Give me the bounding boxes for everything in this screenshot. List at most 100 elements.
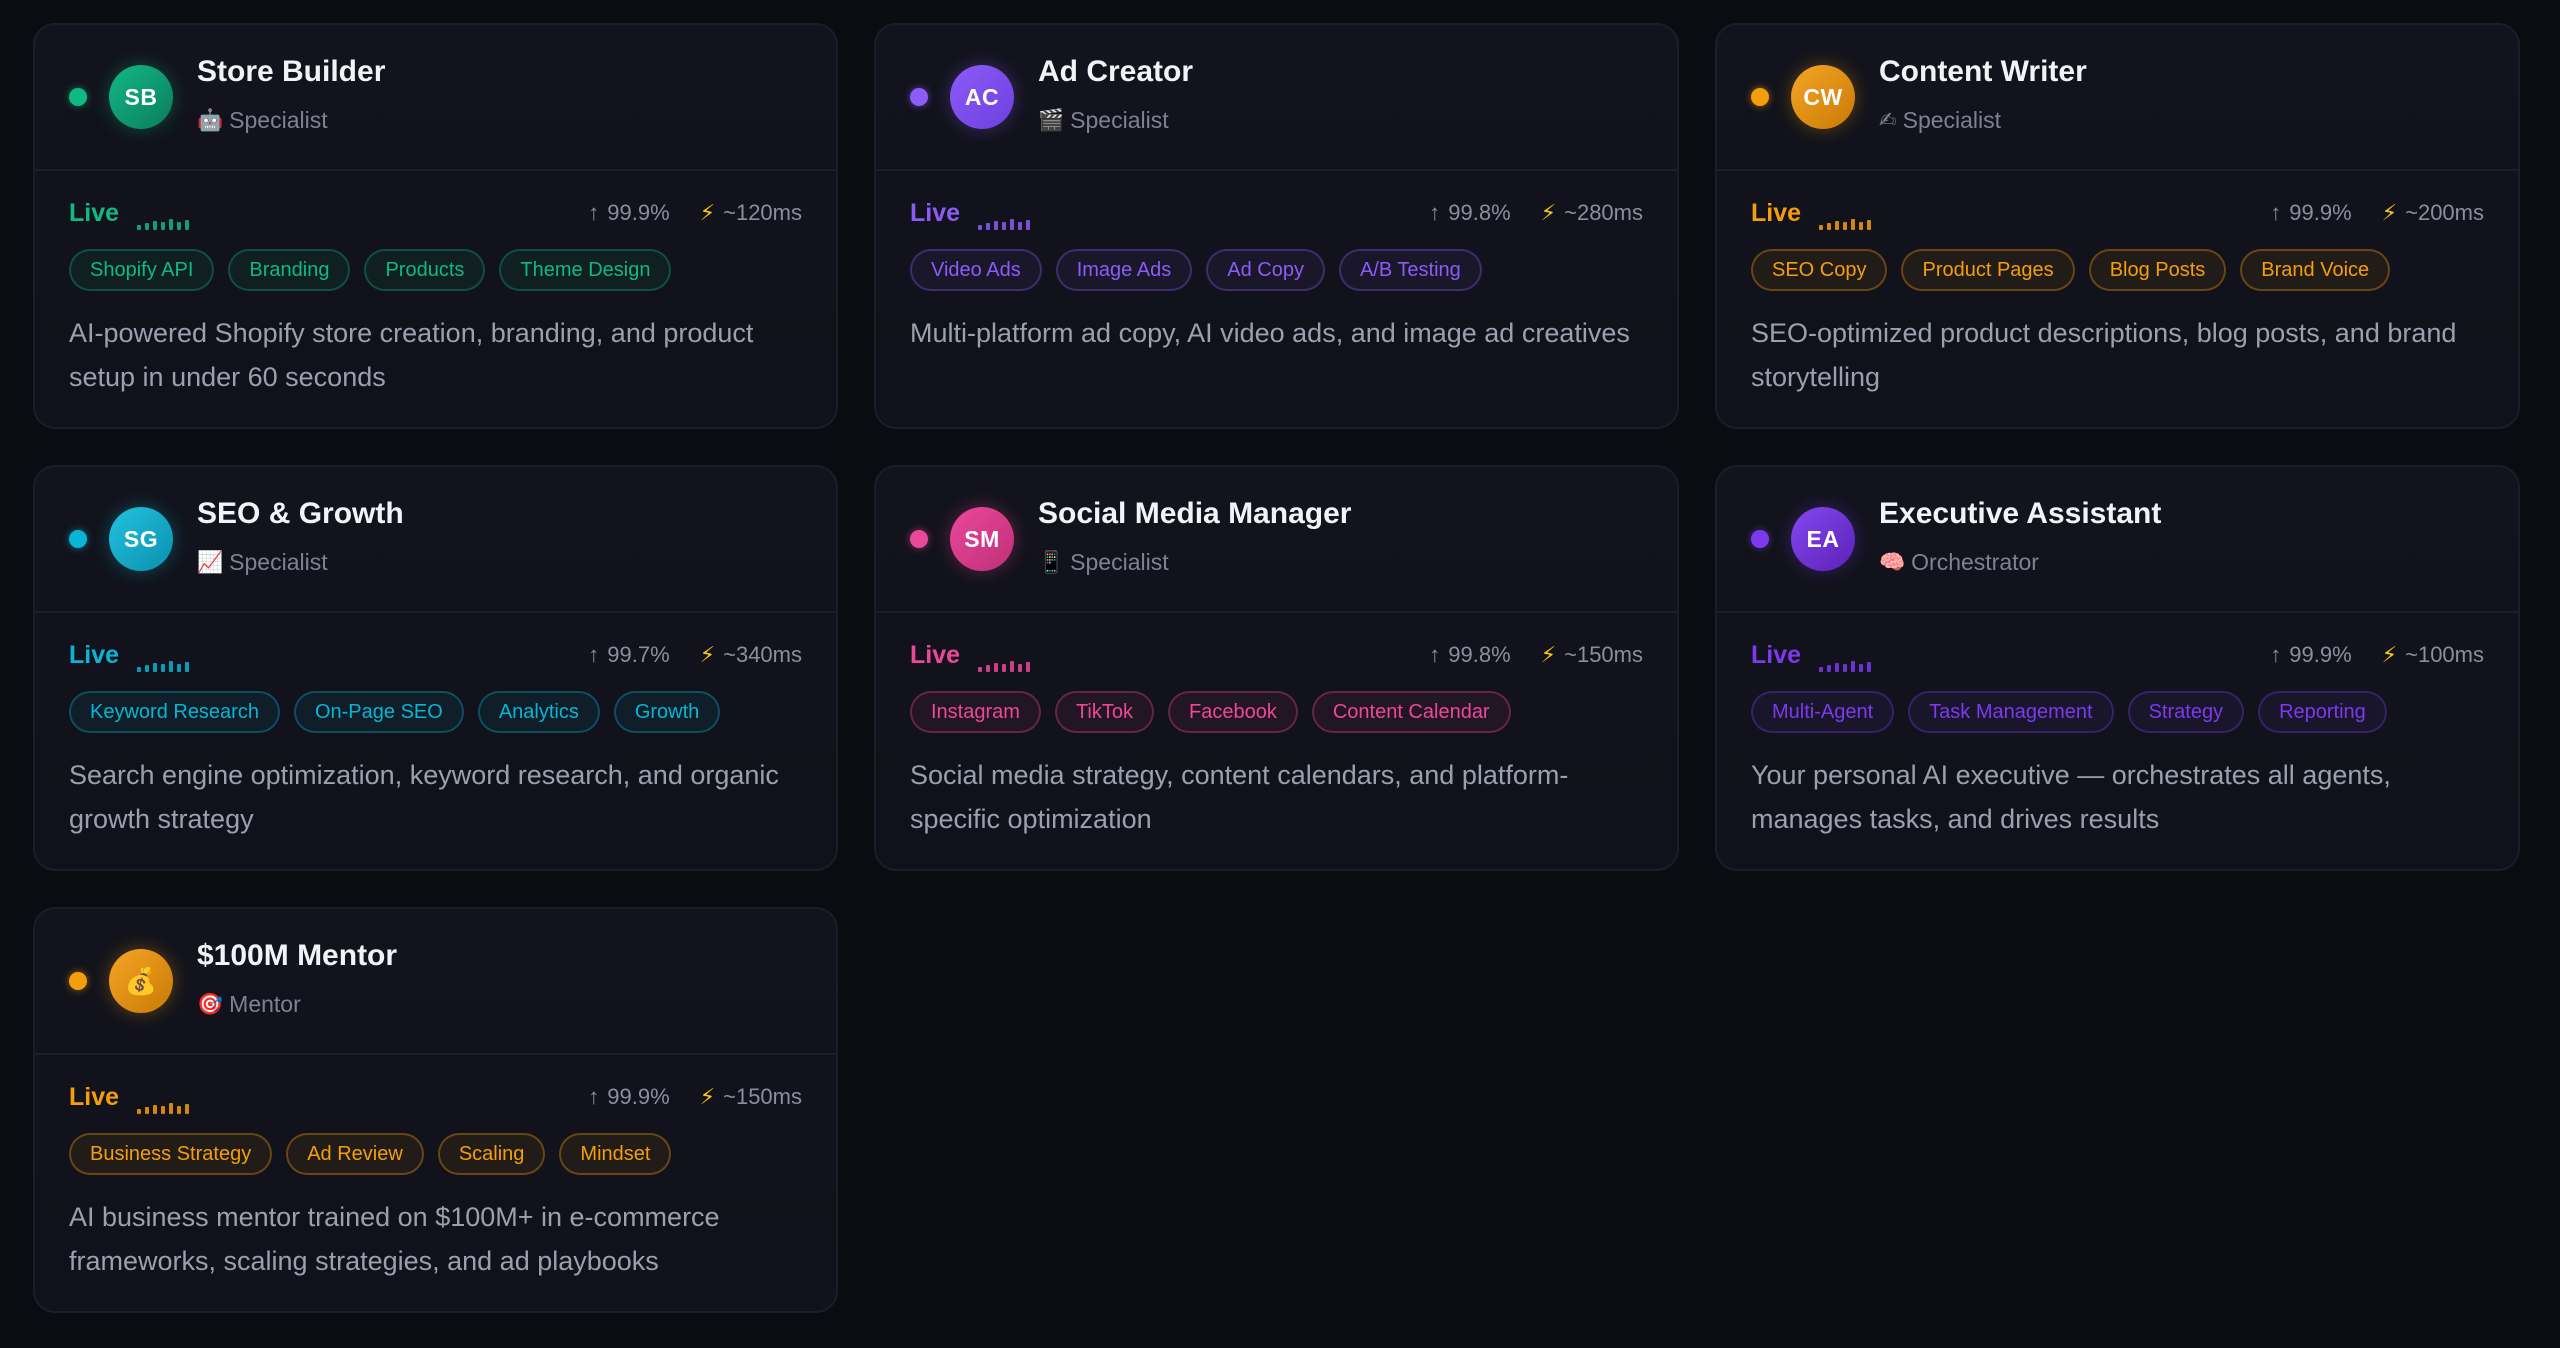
wave-bar (1819, 667, 1823, 672)
stats: ↑ 99.9% ⚡ ~150ms (588, 1084, 802, 1110)
avatar: SG (109, 507, 173, 571)
role-label: Specialist (1070, 107, 1169, 133)
tag-chip[interactable]: Image Ads (1055, 249, 1193, 291)
agent-description: Social media strategy, content calendars… (910, 760, 1569, 834)
agent-card-body: Live ↑ 99.8% ⚡ ~280ms Video Ads Image Ads… (876, 171, 1677, 355)
tag-chip[interactable]: Facebook (1167, 691, 1298, 733)
wave-bar (1843, 664, 1847, 672)
tag-list: Multi-Agent Task Management Strategy Report… (1751, 691, 2484, 733)
writing-hand-icon: ✍ (1879, 109, 1897, 132)
tag-chip[interactable]: SEO Copy (1751, 249, 1888, 291)
tag-chip[interactable]: Keyword Research (69, 691, 280, 733)
tag-list: Business Strategy Ad Review Scaling Mindset (69, 1133, 802, 1175)
tag-chip[interactable]: Ad Copy (1206, 249, 1325, 291)
tag-chip[interactable]: Video Ads (910, 249, 1042, 291)
agent-card-ea[interactable]: EA Executive Assistant 🧠 Orchestrator Li… (1715, 465, 2520, 871)
tag-list: Video Ads Image Ads Ad Copy A/B Testing (910, 249, 1643, 291)
agent-role: 🧠 Orchestrator (1879, 549, 2039, 576)
agent-card-sb[interactable]: SB Store Builder 🤖 Specialist Live ↑ 99.… (33, 23, 838, 429)
agent-card-header: SG SEO & Growth 📈 Specialist (35, 467, 836, 613)
agent-name: Social Media Manager (1038, 497, 1352, 530)
stat-row: Live ↑ 99.9% ⚡ ~200ms (1751, 171, 2484, 249)
avatar: CW (1791, 65, 1855, 129)
tag-chip[interactable]: Growth (613, 691, 721, 733)
lightning-icon: ⚡ (2381, 200, 2398, 225)
agent-card-sm[interactable]: SM Social Media Manager 📱 Specialist Liv… (874, 465, 1679, 871)
tag-chip[interactable]: Blog Posts (2088, 249, 2227, 291)
wave-bar (177, 222, 181, 230)
arrow-up-icon: ↑ (588, 1084, 600, 1109)
wave-bar (1867, 220, 1871, 230)
agent-card-sg[interactable]: SG SEO & Growth 📈 Specialist Live ↑ 99.7… (33, 465, 838, 871)
uptime-value: 99.8% (1448, 200, 1511, 225)
tag-chip[interactable]: Shopify API (69, 249, 215, 291)
role-label: Mentor (229, 991, 301, 1017)
tag-list: Keyword Research On-Page SEO Analytics Grow… (69, 691, 802, 733)
tag-chip[interactable]: Mindset (559, 1133, 672, 1175)
agent-name: $100M Mentor (197, 939, 398, 972)
status-dot (69, 530, 87, 548)
tag-chip[interactable]: Brand Voice (2240, 249, 2391, 291)
tag-chip[interactable]: Analytics (477, 691, 600, 733)
lightning-icon: ⚡ (699, 1084, 716, 1109)
agent-card-ac[interactable]: AC Ad Creator 🎬 Specialist Live ↑ 99.8% … (874, 23, 1679, 429)
stat-row: Live ↑ 99.9% ⚡ ~100ms (1751, 613, 2484, 691)
agent-card-[interactable]: 💰 $100M Mentor 🎯 Mentor Live ↑ 99.9% ⚡ ~… (33, 907, 838, 1313)
agent-card-header: EA Executive Assistant 🧠 Orchestrator (1717, 467, 2518, 613)
stat-row: Live ↑ 99.8% ⚡ ~280ms (910, 171, 1643, 249)
latency-stat: ⚡ ~150ms (1541, 642, 1643, 668)
tag-chip[interactable]: Business Strategy (69, 1133, 273, 1175)
wave-bar (153, 221, 157, 230)
tag-chip[interactable]: Task Management (1908, 691, 2114, 733)
uptime-stat: ↑ 99.9% (588, 1084, 669, 1110)
role-label: Orchestrator (1911, 549, 2039, 575)
tag-chip[interactable]: Product Pages (1901, 249, 2075, 291)
tag-chip[interactable]: Content Calendar (1311, 691, 1511, 733)
agent-card-cw[interactable]: CW Content Writer ✍ Specialist Live ↑ 99… (1715, 23, 2520, 429)
wave-bar (1835, 663, 1839, 672)
activity-wave-icon (1819, 660, 1871, 672)
uptime-value: 99.9% (607, 1084, 670, 1109)
wave-bar (1859, 664, 1863, 672)
latency-value: ~150ms (1564, 642, 1643, 667)
tag-list: Instagram TikTok Facebook Content Calendar (910, 691, 1643, 733)
agent-name: Content Writer (1879, 55, 2087, 88)
tag-chip[interactable]: Instagram (910, 691, 1041, 733)
arrow-up-icon: ↑ (1429, 200, 1441, 225)
tag-chip[interactable]: Ad Review (286, 1133, 424, 1175)
stats: ↑ 99.9% ⚡ ~100ms (2270, 642, 2484, 668)
tag-chip[interactable]: Strategy (2127, 691, 2245, 733)
lightning-icon: ⚡ (2381, 642, 2398, 667)
wave-bar (1010, 661, 1014, 672)
avatar: SM (950, 507, 1014, 571)
tag-chip[interactable]: Multi-Agent (1751, 691, 1895, 733)
tag-chip[interactable]: TikTok (1054, 691, 1154, 733)
latency-value: ~100ms (2405, 642, 2484, 667)
wave-bar (1859, 222, 1863, 230)
agent-role: 📱 Specialist (1038, 549, 1169, 576)
wave-bar (978, 667, 982, 672)
wave-bar (145, 665, 149, 672)
wave-bar (169, 1103, 173, 1114)
live-label: Live (69, 1083, 120, 1111)
tag-chip[interactable]: Theme Design (499, 249, 672, 291)
brain-icon: 🧠 (1879, 551, 1906, 574)
tag-chip[interactable]: Scaling (437, 1133, 546, 1175)
uptime-stat: ↑ 99.9% (588, 200, 669, 226)
tag-chip[interactable]: A/B Testing (1338, 249, 1482, 291)
arrow-up-icon: ↑ (2270, 200, 2282, 225)
activity-wave-icon (1819, 218, 1871, 230)
tag-chip[interactable]: On-Page SEO (293, 691, 464, 733)
stat-row: Live ↑ 99.8% ⚡ ~150ms (910, 613, 1643, 691)
stats: ↑ 99.9% ⚡ ~120ms (588, 200, 802, 226)
tag-chip[interactable]: Reporting (2258, 691, 2387, 733)
tag-chip[interactable]: Products (364, 249, 486, 291)
wave-bar (161, 222, 165, 230)
live-label: Live (69, 641, 120, 669)
agent-role: 🎯 Mentor (197, 991, 301, 1018)
wave-bar (137, 225, 141, 230)
tag-chip[interactable]: Branding (228, 249, 351, 291)
arrow-up-icon: ↑ (588, 642, 600, 667)
status-dot (1751, 88, 1769, 106)
uptime-value: 99.8% (1448, 642, 1511, 667)
